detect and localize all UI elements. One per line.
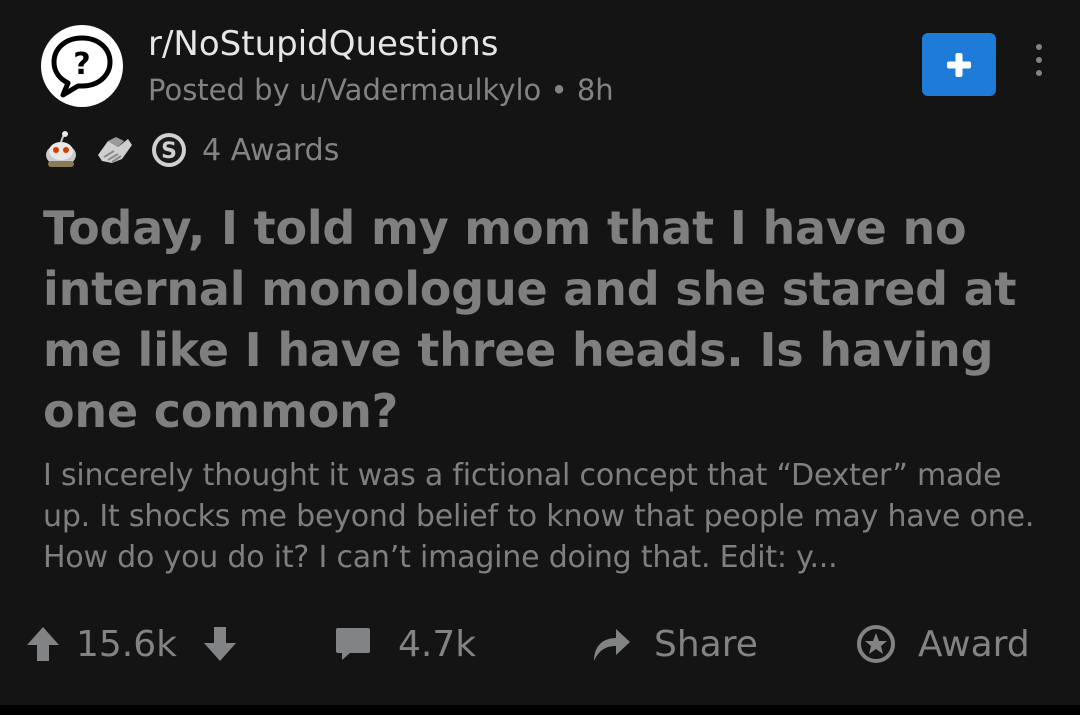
posted-by[interactable]: Posted by u/Vadermaulkylo bbox=[148, 73, 541, 107]
post-age: 8h bbox=[576, 73, 614, 107]
comments-button[interactable]: 4.7k bbox=[334, 614, 476, 674]
more-dot-icon bbox=[1036, 70, 1042, 76]
snoo-award-icon bbox=[46, 131, 76, 167]
share-arrow-icon bbox=[594, 629, 630, 661]
post-card: ? r/NoStupidQuestions Posted by u/Vaderm… bbox=[0, 0, 1080, 705]
more-dot-icon bbox=[1036, 44, 1042, 50]
bottom-divider bbox=[0, 705, 1080, 715]
handshake-award-icon bbox=[98, 137, 132, 163]
downvote-arrow-icon bbox=[204, 627, 237, 661]
share-button[interactable]: Share bbox=[590, 614, 758, 674]
award-button[interactable]: Award bbox=[856, 614, 1030, 674]
vote-group: 15.6k bbox=[26, 614, 237, 674]
post-title[interactable]: Today, I told my mom that I have no inte… bbox=[43, 198, 1033, 442]
share-label: Share bbox=[654, 623, 758, 665]
award-badge-icon bbox=[857, 625, 895, 663]
silver-award-icon: S bbox=[152, 133, 186, 167]
awards-count: 4 Awards bbox=[202, 132, 340, 168]
comment-bubble-icon bbox=[336, 628, 370, 660]
downvote-button[interactable] bbox=[203, 625, 237, 663]
more-dot-icon bbox=[1036, 57, 1042, 63]
more-options-button[interactable] bbox=[1024, 40, 1054, 80]
comment-count: 4.7k bbox=[398, 623, 477, 665]
subreddit-icon[interactable]: ? bbox=[40, 24, 124, 108]
svg-text:?: ? bbox=[73, 47, 90, 82]
vote-score: 15.6k bbox=[76, 623, 178, 665]
question-bubble-icon: ? bbox=[41, 25, 123, 107]
meta-separator: • bbox=[550, 73, 568, 107]
post-meta: Posted by u/Vadermaulkylo • 8h bbox=[148, 73, 614, 107]
plus-icon bbox=[947, 52, 971, 77]
upvote-button[interactable] bbox=[26, 625, 60, 663]
upvote-arrow-icon bbox=[27, 627, 59, 661]
post-body-preview[interactable]: I sincerely thought it was a fictional c… bbox=[43, 455, 1053, 578]
award-label: Award bbox=[918, 623, 1030, 665]
svg-text:S: S bbox=[161, 139, 177, 164]
awards-row[interactable]: S 4 Awards bbox=[40, 128, 339, 172]
subreddit-name[interactable]: r/NoStupidQuestions bbox=[148, 24, 499, 64]
join-button[interactable] bbox=[922, 33, 996, 96]
